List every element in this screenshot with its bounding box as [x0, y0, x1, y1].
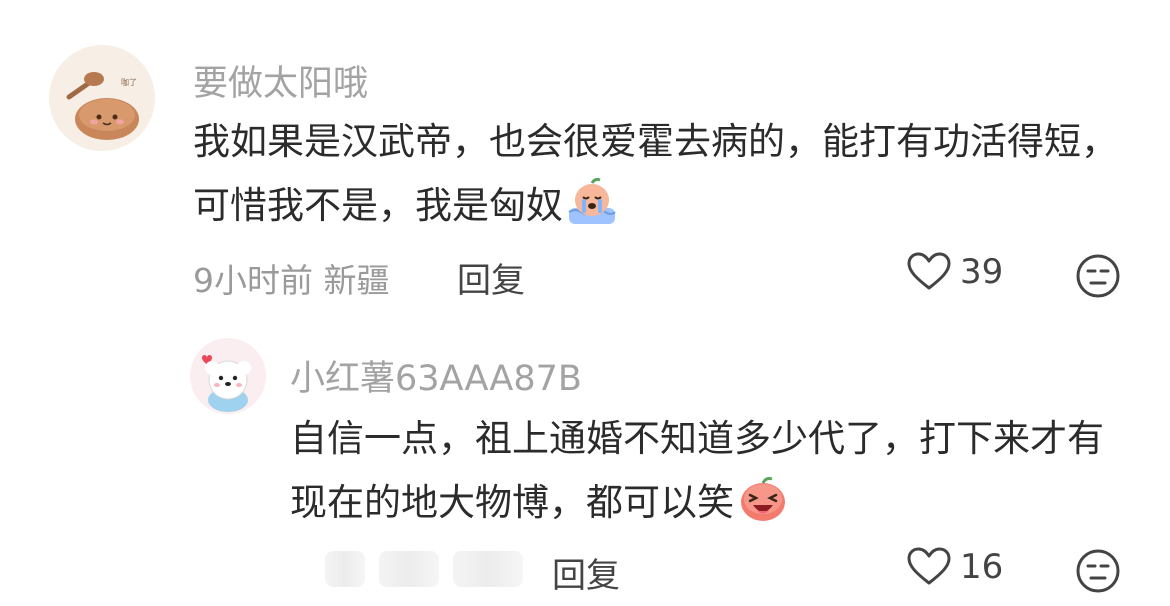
like-button[interactable]: 39	[906, 252, 1003, 292]
avatar[interactable]: 咖 了	[49, 45, 155, 151]
comment-location: 新疆	[323, 261, 390, 300]
avatar-white-dog-image	[190, 338, 266, 414]
unamused-face-icon	[1076, 549, 1120, 593]
like-count: 16	[960, 547, 1004, 587]
laughing-peach-emoji-icon	[736, 475, 790, 523]
like-count: 39	[960, 252, 1004, 292]
comment-text: 我如果是汉武帝，也会很爱霍去病的，能打有功活得短，可惜我不是，我是匈奴	[193, 120, 1118, 227]
reply-text: 自信一点，祖上通婚不知道多少代了，打下来才有现在的地大物博，都可以笑	[290, 417, 1104, 524]
svg-text:咖: 咖	[121, 77, 129, 87]
avatar[interactable]	[190, 338, 266, 414]
avatar-potato-spoon-image: 咖 了	[49, 45, 155, 151]
comment-username[interactable]: 要做太阳哦	[193, 55, 368, 106]
crying-peach-emoji-icon	[565, 177, 619, 226]
heart-outline-icon	[907, 547, 951, 585]
dislike-button[interactable]	[1075, 548, 1121, 598]
comment-text-block: 我如果是汉武帝，也会很爱霍去病的，能打有功活得短，可惜我不是，我是匈奴	[193, 110, 1123, 238]
reply-meta-obscured	[325, 548, 525, 590]
unamused-face-icon	[1076, 254, 1120, 298]
heart-outline-icon	[907, 252, 951, 290]
svg-text:了: 了	[129, 78, 137, 87]
dislike-button[interactable]	[1075, 253, 1121, 303]
reply-username[interactable]: 小红薯63AAA87B	[290, 350, 582, 401]
like-button[interactable]: 16	[906, 547, 1003, 587]
reply-button[interactable]: 回复	[457, 253, 525, 302]
reply-button[interactable]: 回复	[552, 548, 620, 597]
reply-text-block: 自信一点，祖上通婚不知道多少代了，打下来才有现在的地大物博，都可以笑	[290, 407, 1130, 535]
comment-meta: 9小时前 新疆	[193, 254, 390, 302]
comment-time: 9小时前	[193, 261, 313, 300]
